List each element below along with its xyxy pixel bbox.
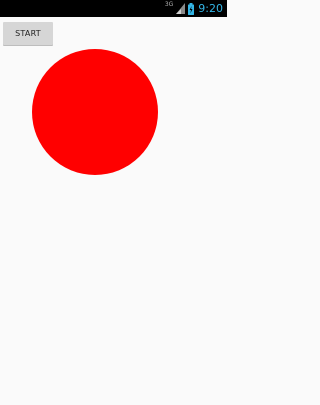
status-bar: 3G 9:20 bbox=[0, 0, 227, 17]
red-circle bbox=[32, 49, 158, 175]
app-screen: 3G 9:20 START bbox=[0, 0, 227, 405]
status-indicators: 3G 9:20 bbox=[165, 0, 223, 17]
battery-icon bbox=[188, 2, 195, 15]
start-button[interactable]: START bbox=[3, 22, 53, 45]
status-clock: 9:20 bbox=[198, 2, 223, 15]
signal-icon bbox=[176, 3, 186, 14]
network-type-label: 3G bbox=[164, 1, 174, 8]
